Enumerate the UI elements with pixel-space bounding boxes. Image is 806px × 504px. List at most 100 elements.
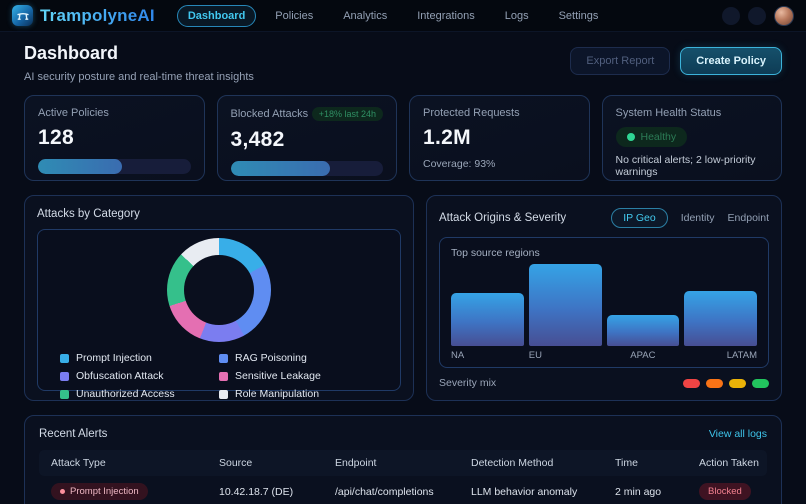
legend-item: Obfuscation Attack [60,370,219,382]
trend-badge: +18% last 24h [312,107,383,121]
health-status-badge: Healthy [616,127,688,147]
donut-legend: Prompt Injection RAG Poisoning Obfuscati… [52,352,386,400]
donut-chart [167,238,271,342]
severity-critical-pill [683,379,700,388]
top-nav: TrampolyneAI Dashboard Policies Analytic… [0,0,806,32]
export-report-button[interactable]: Export Report [570,47,670,75]
help-icon[interactable] [748,7,766,25]
progress-track [38,159,191,174]
nav-item-dashboard[interactable]: Dashboard [177,5,256,27]
bar-label-na: NA [451,350,524,361]
bar-label-latam: LATAM [684,350,757,361]
legend-item: Unauthorized Access [60,388,219,400]
panel-recent-alerts: Recent Alerts View all logs Attack Type … [24,415,782,504]
health-subtext: No critical alerts; 2 low-priority warni… [616,154,769,178]
action-taken-badge: Blocked [699,483,751,500]
legend-label: Unauthorized Access [76,388,175,400]
legend-swatch [219,354,228,363]
severity-low-pill [752,379,769,388]
card-value: 3,482 [231,128,384,152]
user-avatar[interactable] [774,6,794,26]
nav-right-cluster [722,6,794,26]
card-label: Blocked Attacks [231,108,309,120]
col-detection-method: Detection Method [471,457,615,469]
col-action-taken: Action Taken [699,457,767,469]
card-label: System Health Status [616,107,769,119]
page-header: Dashboard AI security posture and real-t… [0,32,806,93]
bar-chart-title: Top source regions [451,247,757,259]
progress-fill [231,161,330,176]
legend-swatch [60,390,69,399]
legend-swatch [219,390,228,399]
severity-mix-label: Severity mix [439,377,496,389]
card-protected-requests: Protected Requests 1.2M Coverage: 93% [409,95,590,181]
cell-endpoint: /api/chat/completions [335,486,471,498]
panel-attacks-by-category: Attacks by Category Prompt Injection RAG… [24,195,414,401]
card-label: Protected Requests [423,107,576,119]
legend-swatch [219,372,228,381]
panel-title: Recent Alerts [39,428,107,440]
bar-eu [529,264,602,346]
card-value: 1.2M [423,126,576,150]
nav-item-integrations[interactable]: Integrations [406,5,485,27]
panel-title: Attacks by Category [37,208,401,220]
cell-time: 2 min ago [615,486,699,498]
nav-item-settings[interactable]: Settings [548,5,610,27]
health-dot-icon [627,133,635,141]
nav-item-analytics[interactable]: Analytics [332,5,398,27]
notifications-icon[interactable] [722,7,740,25]
legend-label: RAG Poisoning [235,352,307,364]
progress-track [231,161,384,176]
origins-tabs: IP Geo Identity Endpoint [611,208,769,228]
legend-label: Prompt Injection [76,352,152,364]
brand-logo-icon [12,5,33,26]
legend-label: Sensitive Leakage [235,370,321,382]
col-attack-type: Attack Type [51,457,219,469]
col-endpoint: Endpoint [335,457,471,469]
donut-chart-container: Prompt Injection RAG Poisoning Obfuscati… [37,229,401,391]
legend-swatch [60,354,69,363]
bar-label-eu: EU [529,350,602,361]
table-row[interactable]: Prompt Injection 10.42.18.7 (DE) /api/ch… [39,476,767,504]
card-label: Active Policies [38,107,191,119]
legend-label: Obfuscation Attack [76,370,164,382]
tab-endpoint[interactable]: Endpoint [728,212,769,224]
legend-item: Sensitive Leakage [219,370,378,382]
nav-links: Dashboard Policies Analytics Integration… [177,5,610,27]
bar-chart-container: Top source regions NA EU APAC LATAM [439,237,769,368]
bar-latam [684,291,757,346]
attack-type-dot-icon [60,489,65,494]
legend-label: Role Manipulation [235,388,319,400]
nav-item-logs[interactable]: Logs [494,5,540,27]
cell-detection: LLM behavior anomaly [471,486,615,498]
bar-na [451,293,524,346]
panel-attack-origins: Attack Origins & Severity IP Geo Identit… [426,195,782,401]
brand-name: TrampolyneAI [40,6,155,26]
severity-medium-pill [729,379,746,388]
severity-pills [683,379,769,388]
bar-labels: NA EU APAC LATAM [451,350,757,361]
page-subtitle: AI security posture and real-time threat… [24,71,254,83]
card-value: 128 [38,126,191,150]
bar-chart [451,264,757,346]
nav-item-policies[interactable]: Policies [264,5,324,27]
tab-identity[interactable]: Identity [681,212,715,224]
card-system-health: System Health Status Healthy No critical… [602,95,783,181]
severity-high-pill [706,379,723,388]
page-title: Dashboard [24,43,254,64]
attack-type-badge: Prompt Injection [51,483,148,500]
view-all-logs-link[interactable]: View all logs [709,428,767,440]
bar-apac [607,315,680,346]
panel-title: Attack Origins & Severity [439,212,566,224]
card-blocked-attacks: Blocked Attacks +18% last 24h 3,482 [217,95,398,181]
cell-source: 10.42.18.7 (DE) [219,486,335,498]
legend-item: Prompt Injection [60,352,219,364]
col-time: Time [615,457,699,469]
card-active-policies: Active Policies 128 [24,95,205,181]
tab-ip-geo[interactable]: IP Geo [611,208,668,228]
health-status-text: Healthy [641,131,677,143]
create-policy-button[interactable]: Create Policy [680,47,782,75]
col-source: Source [219,457,335,469]
bar-label-apac: APAC [607,350,680,361]
legend-swatch [60,372,69,381]
